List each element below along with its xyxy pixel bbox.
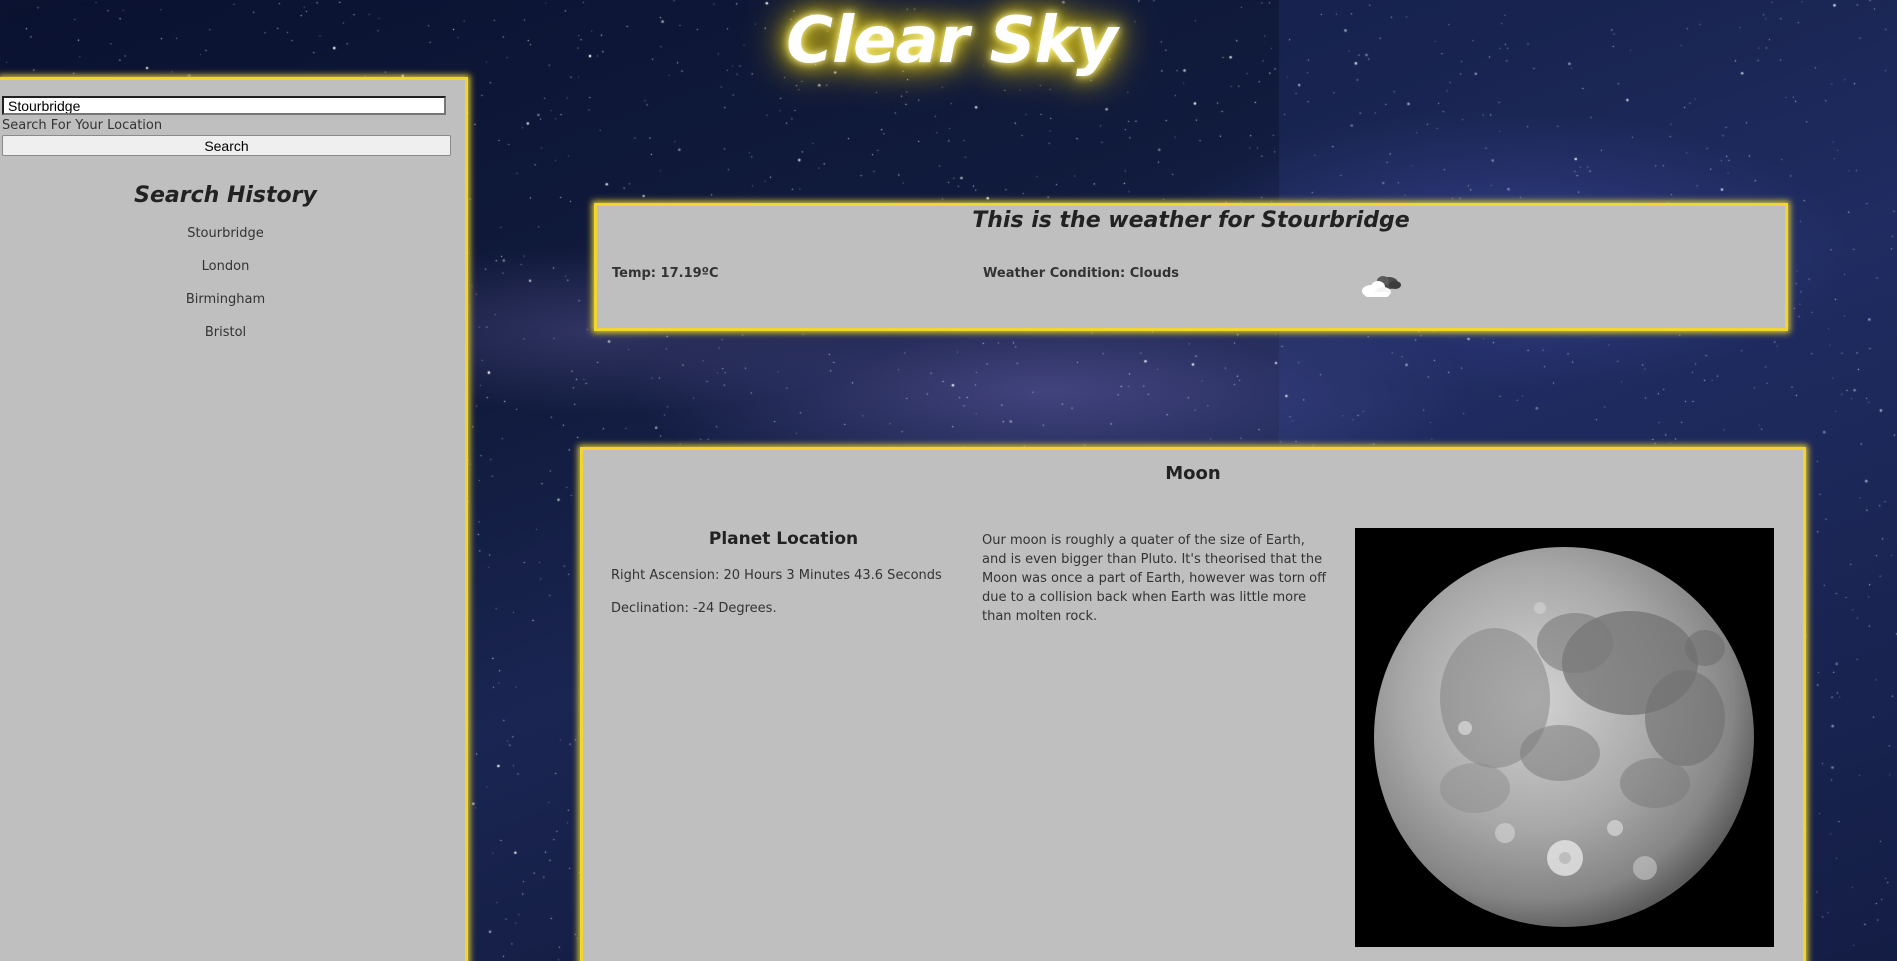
weather-condition: Weather Condition: Clouds (983, 266, 1179, 281)
planet-panel: Moon Planet Location Right Ascension: 20… (580, 447, 1806, 961)
search-history-title: Search History (134, 183, 317, 208)
planet-name: Moon (1165, 463, 1221, 484)
search-input[interactable] (2, 96, 446, 115)
history-item-birmingham[interactable]: Birmingham (0, 292, 451, 325)
history-item-london[interactable]: London (0, 259, 451, 292)
planet-location-title: Planet Location (708, 529, 859, 549)
site-title: Clear Sky (0, 4, 1897, 78)
search-label: Search For Your Location (2, 118, 163, 133)
history-item-stourbridge[interactable]: Stourbridge (0, 226, 451, 259)
weather-heading: This is the weather for Stourbridge (972, 208, 1410, 233)
history-item-bristol[interactable]: Bristol (0, 325, 451, 358)
search-button[interactable]: Search (2, 135, 451, 156)
search-history-list: Stourbridge London Birmingham Bristol (0, 226, 451, 358)
right-ascension: Right Ascension: 20 Hours 3 Minutes 43.6… (611, 568, 942, 583)
declination: Declination: -24 Degrees. (611, 601, 777, 616)
cloud-icon (1359, 272, 1403, 300)
temperature: Temp: 17.19ºC (612, 266, 719, 281)
moon-image (1355, 528, 1774, 947)
planet-description: Our moon is roughly a quater of the size… (982, 533, 1327, 624)
sidebar: Search For Your Location Search Search H… (0, 77, 468, 961)
site-title-text: Clear Sky (786, 4, 1118, 78)
weather-panel: This is the weather for Stourbridge Temp… (594, 203, 1788, 331)
